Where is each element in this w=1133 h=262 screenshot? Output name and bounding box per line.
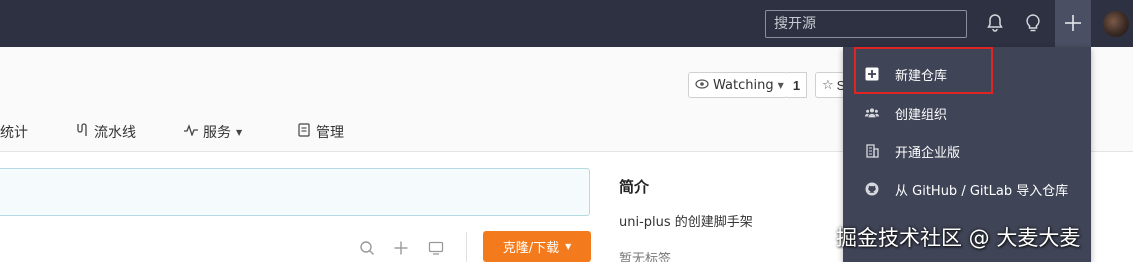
menu-item-import[interactable]: 从 GitHub / GitLab 导入仓库 <box>843 170 1091 208</box>
menu-item-label: 创建组织 <box>895 107 948 123</box>
sidebar-tags: 暂无标签 <box>619 252 672 262</box>
plus-icon[interactable] <box>1061 11 1085 35</box>
clone-label: 克隆/下载 <box>502 241 560 256</box>
watch-label: Watching <box>713 77 774 93</box>
eye-icon <box>695 78 709 93</box>
search-input[interactable] <box>765 10 967 38</box>
tab-label: 流水线 <box>94 125 136 141</box>
search-icon[interactable] <box>358 239 376 257</box>
sidebar-title: 简介 <box>619 178 650 196</box>
lightbulb-icon[interactable] <box>1021 11 1045 35</box>
tab-settings[interactable]: 管理 <box>298 122 344 142</box>
menu-item-label: 从 GitHub / GitLab 导入仓库 <box>895 183 1069 199</box>
caret-down-icon: ▼ <box>236 127 243 137</box>
tab-services[interactable]: 服务 ▼ <box>184 122 242 142</box>
caret-down-icon: ▼ <box>565 242 572 251</box>
github-icon <box>865 182 879 196</box>
tab-pipeline[interactable]: 流水线 <box>75 122 136 142</box>
pulse-icon <box>184 124 198 140</box>
users-icon <box>865 106 879 120</box>
watch-count[interactable]: 1 <box>787 72 807 98</box>
divider <box>466 232 467 262</box>
clone-download-button[interactable]: 克隆/下载 ▼ <box>483 231 591 262</box>
avatar[interactable] <box>1103 11 1129 37</box>
menu-item-label: 开通企业版 <box>895 145 961 161</box>
menu-item-create-org[interactable]: 创建组织 <box>843 94 1091 132</box>
caret-down-icon: ▼ <box>777 80 784 90</box>
web-ide-icon[interactable] <box>427 239 445 257</box>
tab-label: 管理 <box>316 125 344 141</box>
tab-label: 统计 <box>0 125 28 141</box>
watermark: 掘金技术社区 @ 大麦大麦 <box>836 226 1081 250</box>
menu-item-enterprise[interactable]: 开通企业版 <box>843 132 1091 170</box>
watch-button[interactable]: Watching ▼ <box>688 72 788 98</box>
building-icon <box>865 144 879 158</box>
settings-doc-icon <box>298 123 311 141</box>
star-icon: ☆ <box>822 77 834 92</box>
description-input-area[interactable] <box>0 168 590 216</box>
tab-label: 服务 <box>203 125 231 141</box>
tab-stats[interactable]: 统计 <box>0 122 28 142</box>
add-file-icon[interactable] <box>392 239 410 257</box>
sidebar-description: uni-plus 的创建脚手架 <box>619 215 753 230</box>
pipeline-icon <box>75 123 89 141</box>
highlight-box <box>854 47 993 94</box>
bell-icon[interactable] <box>983 11 1007 35</box>
